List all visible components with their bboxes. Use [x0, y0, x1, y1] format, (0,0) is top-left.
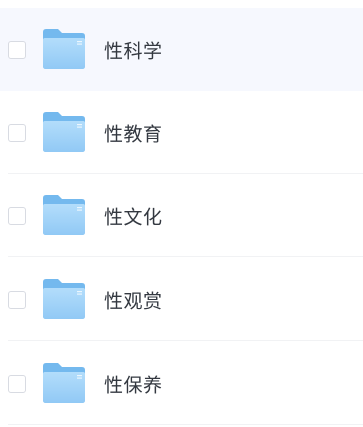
row-divider — [8, 424, 363, 425]
folder-icon — [41, 194, 87, 236]
row-checkbox[interactable] — [8, 123, 26, 142]
file-row[interactable]: 性保养 — [0, 342, 363, 425]
row-checkbox[interactable] — [8, 374, 26, 393]
file-name[interactable]: 性教育 — [104, 119, 163, 146]
folder-icon — [41, 111, 87, 153]
file-row[interactable]: 性教育 — [0, 91, 363, 174]
row-checkbox[interactable] — [8, 206, 26, 225]
folder-icon — [41, 278, 87, 320]
file-row[interactable]: 性科学 — [0, 8, 363, 91]
file-name[interactable]: 性文化 — [104, 202, 163, 229]
file-name[interactable]: 性保养 — [104, 370, 163, 397]
row-checkbox[interactable] — [8, 40, 26, 59]
file-name[interactable]: 性科学 — [104, 36, 163, 63]
file-row[interactable]: 性文化 — [0, 174, 363, 257]
folder-icon — [41, 28, 87, 70]
row-checkbox[interactable] — [8, 290, 26, 309]
row-divider — [8, 340, 363, 341]
row-divider — [8, 256, 363, 257]
file-row[interactable]: 性观赏 — [0, 258, 363, 341]
file-name[interactable]: 性观赏 — [104, 286, 163, 313]
file-list: 性科学 性教育 性文化 性观赏 性保养 — [0, 0, 363, 427]
folder-icon — [41, 362, 87, 404]
